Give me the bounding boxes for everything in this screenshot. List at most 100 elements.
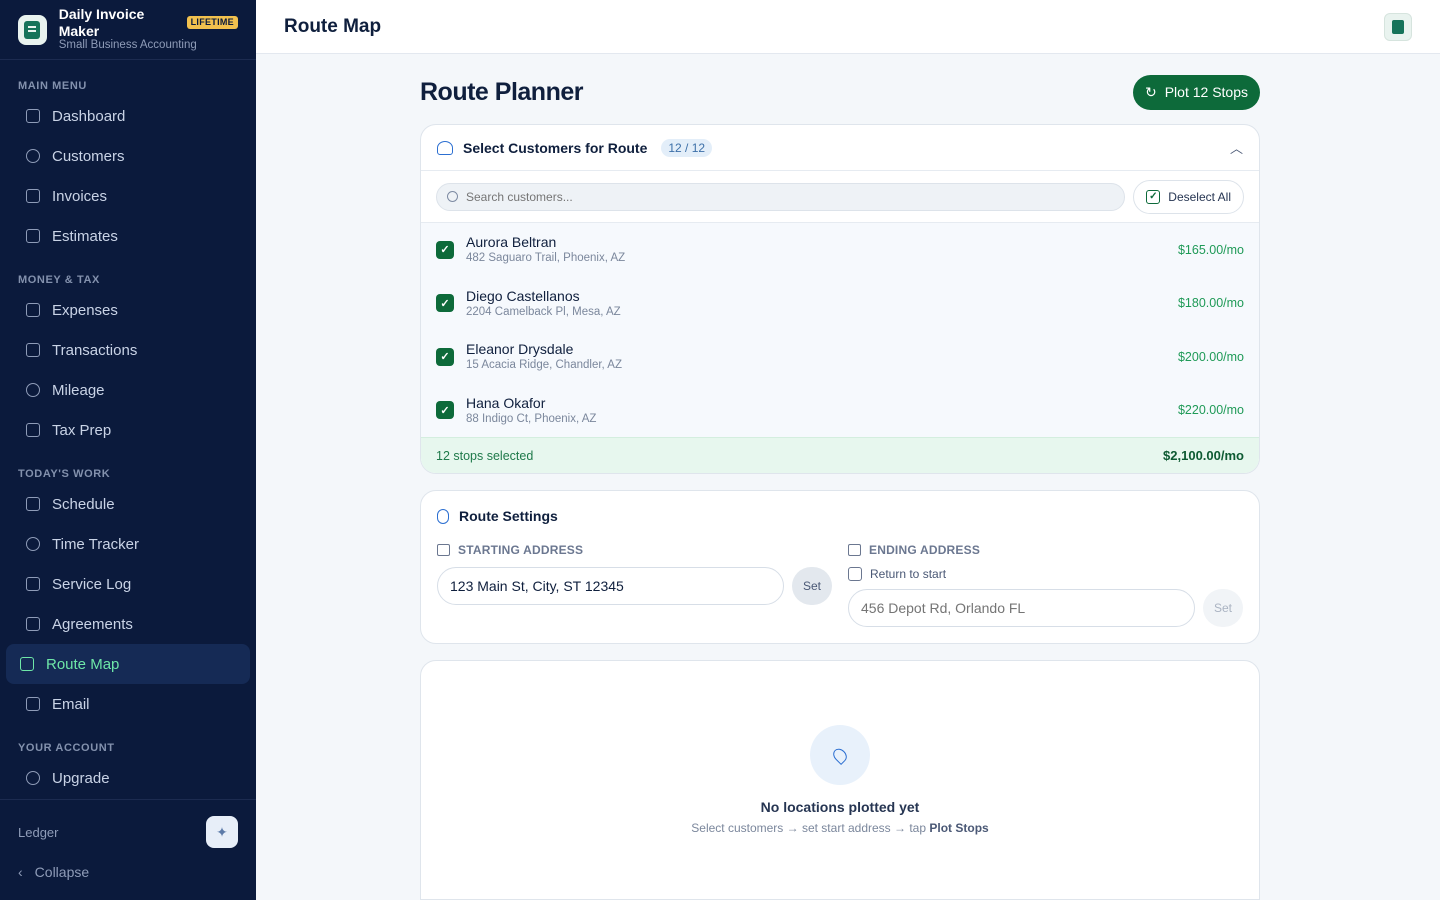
sidebar-item-label: Route Map [46,655,120,673]
check-square-icon: ✓ [1146,189,1161,204]
customer-price: $180.00/mo [1177,296,1244,311]
app-logo [18,14,47,45]
clock-icon [26,537,40,551]
pen-icon [26,617,40,631]
set-start-button[interactable]: Set [792,567,832,605]
brand-subtitle: Small Business Accounting [58,39,197,52]
customer-row[interactable]: ✓ Eleanor Drysdale 15 Acacia Ridge, Chand… [421,330,1259,384]
sidebar-item-transactions[interactable]: Transactions [6,330,250,370]
sidebar-footer: Ledger ✦ ‹ Collapse [0,799,256,900]
customer-name: Hana Okafor [466,394,546,411]
section-main-menu: MAIN MENU [18,80,87,92]
ledger-label: Ledger [18,824,59,840]
sidebar-item-label: Tax Prep [52,421,112,439]
section-your-account: YOUR ACCOUNT [18,742,115,754]
sidebar-item-invoices[interactable]: Invoices [6,176,250,216]
plot-stops-button[interactable]: ↻ Plot 12 Stops [1132,74,1260,110]
list-icon [26,577,40,591]
sidebar-item-label: Email [52,695,90,713]
receipt-icon [26,303,40,317]
sidebar-item-expenses[interactable]: Expenses [6,290,250,330]
customer-address: 2204 Camelback Pl, Mesa, AZ [466,305,621,318]
starting-address-input[interactable] [437,567,784,605]
customer-checkbox[interactable]: ✓ [436,240,454,259]
selected-count-pill: 12 / 12 [661,138,713,157]
customer-row[interactable]: ✓ Diego Castellanos 2204 Camelback Pl, Me… [421,276,1259,330]
sidebar-item-tax-prep[interactable]: Tax Prep [6,410,250,450]
chevron-up-icon[interactable]: ︿ [1230,138,1243,157]
sidebar-item-label: Transactions [52,341,138,359]
sidebar-item-agreements[interactable]: Agreements [6,604,250,644]
sparkle-button[interactable]: ✦ [206,816,238,848]
calendar-icon [26,497,40,511]
customer-checkbox[interactable]: ✓ [436,347,454,366]
customer-address: 88 Indigo Ct, Phoenix, AZ [466,412,597,425]
collapse-button[interactable]: ‹ Collapse [18,854,238,890]
file-check-icon [26,229,40,243]
sidebar-nav: MAIN MENU Dashboard Customers Invoices E… [0,60,256,799]
ending-address-input[interactable] [848,589,1195,627]
sidebar-item-label: Time Tracker [52,535,139,553]
sidebar-item-label: Expenses [52,301,118,319]
customer-address: 482 Saguaro Trail, Phoenix, AZ [466,252,626,265]
section-money-tax: MONEY & TAX [18,274,100,286]
customers-card: Select Customers for Route 12 / 12 ︿ ✓ De… [420,124,1260,474]
customer-row[interactable]: ✓ Hana Okafor 88 Indigo Ct, Phoenix, AZ $… [421,383,1259,437]
card-icon [26,343,40,357]
grid-icon [26,109,40,123]
avatar[interactable] [1384,12,1412,41]
empty-state-subtitle: Select customers → set start address → t… [691,821,988,835]
map-pin-badge [810,725,870,785]
search-box [436,182,1126,211]
sidebar-item-label: Dashboard [52,107,126,125]
map-icon [20,657,34,671]
location-icon [26,383,40,397]
section-todays-work: TODAY'S WORK [18,468,111,480]
set-end-button[interactable]: Set [1203,589,1243,627]
sidebar-item-route-map[interactable]: Route Map [6,644,250,684]
users-icon [437,140,453,155]
empty-state-action: Plot Stops [929,821,989,835]
sidebar-item-mileage[interactable]: Mileage [6,370,250,410]
deselect-all-button[interactable]: ✓ Deselect All [1133,179,1244,214]
search-icon [447,191,458,202]
route-settings-title: Route Settings [459,508,558,524]
sidebar-item-label: Invoices [52,187,108,205]
sidebar-item-dashboard[interactable]: Dashboard [6,96,250,136]
search-input[interactable] [466,189,1115,204]
sidebar-item-service-log[interactable]: Service Log [6,564,250,604]
sidebar-item-upgrade[interactable]: Upgrade [6,758,250,798]
return-to-start-label: Return to start [870,567,947,581]
sidebar-item-label: Mileage [52,381,105,399]
brand-title: Daily Invoice Maker [58,5,145,39]
planner-title: Route Planner [420,77,583,106]
chevron-left-icon: ‹ [18,864,23,880]
customer-price: $165.00/mo [1177,242,1244,257]
sidebar-item-label: Agreements [52,615,133,633]
collapse-label: Collapse [34,864,90,880]
sidebar-item-schedule[interactable]: Schedule [6,484,250,524]
sidebar-item-customers[interactable]: Customers [6,136,250,176]
sidebar-item-label: Service Log [52,575,132,593]
customers-card-header[interactable]: Select Customers for Route 12 / 12 ︿ [421,125,1259,171]
route-settings-card: Route Settings STARTING ADDRESS Set ENDI… [420,490,1260,644]
page-title: Route Map [284,15,382,37]
sparkle-icon: ✦ [216,823,228,840]
sidebar-item-time-tracker[interactable]: Time Tracker [6,524,250,564]
sidebar-item-label: Schedule [52,495,115,513]
sidebar-item-label: Customers [52,147,125,165]
award-icon [26,771,40,785]
customers-card-title: Select Customers for Route [463,139,648,156]
sidebar-item-estimates[interactable]: Estimates [6,216,250,256]
topbar: Route Map [256,0,1440,54]
starting-address-label: STARTING ADDRESS [458,543,584,557]
customer-row[interactable]: ✓ Aurora Beltran 482 Saguaro Trail, Phoen… [421,223,1259,277]
return-to-start-checkbox[interactable] [848,567,862,581]
ending-address-label: ENDING ADDRESS [869,543,981,557]
customer-checkbox[interactable]: ✓ [436,401,454,420]
file-icon [26,189,40,203]
sidebar-item-email[interactable]: Email [6,684,250,724]
content: Route Planner ↻ Plot 12 Stops Select Cust… [420,54,1260,900]
sidebar-item-label: Estimates [52,227,118,245]
customer-checkbox[interactable]: ✓ [436,294,454,313]
